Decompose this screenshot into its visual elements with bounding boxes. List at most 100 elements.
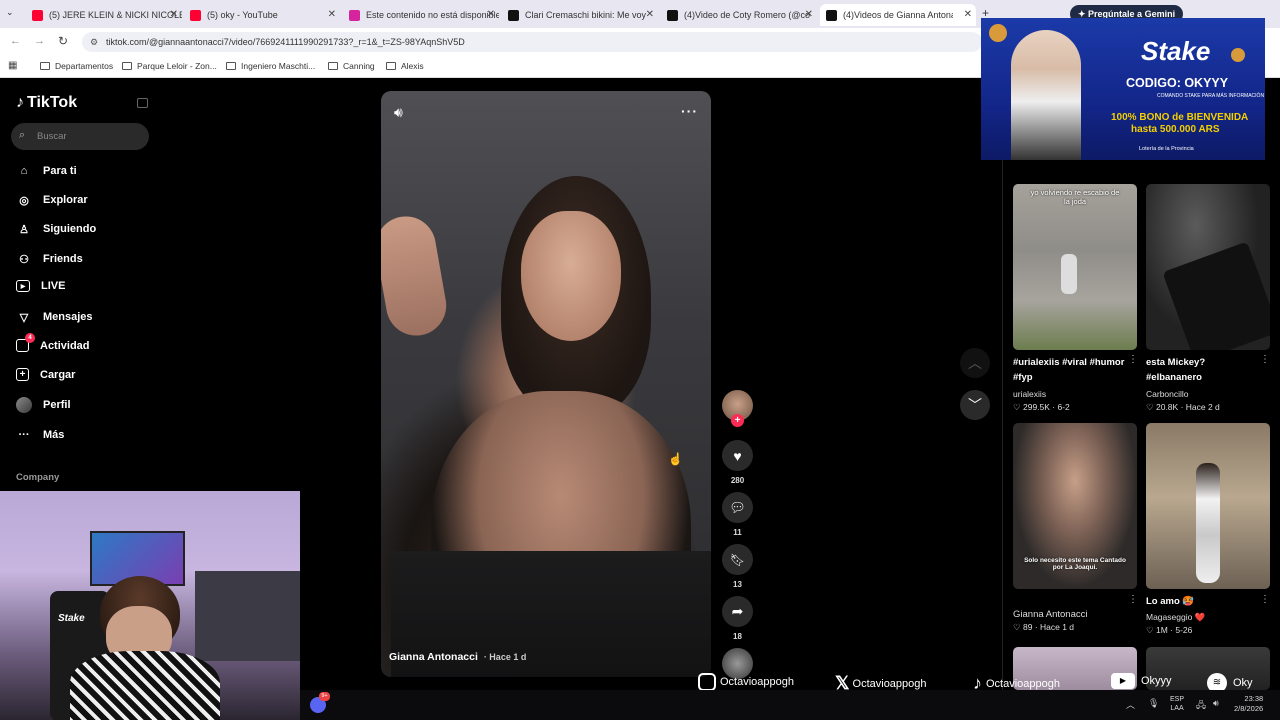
bookmark-item[interactable]: Ingeniero Maschti...	[226, 61, 315, 71]
more-options-icon[interactable]: ⋮	[1260, 354, 1270, 365]
nav-item-actividad[interactable]: 4 Actividad	[16, 333, 90, 352]
nav-item-mas[interactable]: ··· Más	[16, 427, 65, 443]
grid-item-title[interactable]: esta Mickey? #elbananero	[1146, 355, 1256, 385]
bookmark-item[interactable]: Departamentos	[40, 61, 113, 71]
apps-icon[interactable]: ▦	[8, 60, 17, 71]
nav-item-mensajes[interactable]: ▽ Mensajes	[16, 309, 93, 325]
bookmark-label: Ingeniero Maschti...	[241, 61, 316, 71]
more-options-icon[interactable]: ⋮	[1128, 354, 1138, 365]
close-icon[interactable]: ✕	[328, 9, 336, 20]
cursor-icon: ☝	[668, 452, 683, 466]
browser-tab-4[interactable]: Clari Cremaschi bikini: Me voy ✕	[502, 4, 658, 26]
grid-item-title[interactable]: #urialexiis #viral #humor #fyp	[1013, 355, 1131, 385]
nav-item-para-ti[interactable]: ⌂ Para ti	[16, 163, 77, 179]
browser-tab-5[interactable]: (4)Video de Coty Romero (@co ✕	[661, 4, 817, 26]
url-field[interactable]: ⚙ tiktok.com/@giannaantonacci7/video/766…	[82, 32, 982, 52]
video-author[interactable]: Gianna Antonacci	[389, 651, 478, 663]
clock[interactable]: 23:38 2/8/2026	[1234, 694, 1263, 714]
discord-icon[interactable]: 9+	[310, 692, 330, 713]
grid-item-author[interactable]: Magaseggio ❤️	[1146, 612, 1205, 623]
nav-item-friends[interactable]: ⚇ Friends	[16, 251, 83, 267]
heart-outline-icon: ♡	[1146, 625, 1156, 635]
coin-icon	[989, 24, 1007, 42]
share-button[interactable]: ➦	[722, 596, 753, 627]
site-info-icon[interactable]: ⚙	[90, 32, 98, 52]
video-time: · Hace 1 d	[483, 652, 527, 662]
grid-item-author[interactable]: urialexiis	[1013, 389, 1046, 399]
browser-tab-3[interactable]: Este contenido no está disponible ✕	[343, 4, 499, 26]
follow-button[interactable]: +	[731, 414, 744, 427]
back-icon[interactable]: ←	[10, 35, 21, 47]
save-button[interactable]: 🔖︎	[722, 544, 753, 575]
network-icon[interactable]: 🖧︎	[1196, 698, 1206, 714]
search-icon: ⌕	[19, 129, 26, 141]
language-indicator[interactable]: ESP LAA	[1170, 695, 1184, 713]
tiktok-icon	[508, 9, 519, 21]
reload-icon[interactable]: ↻	[58, 34, 68, 48]
video-player[interactable]: 🔊︎ ··· Gianna Antonacci · Hace 1 d	[381, 91, 711, 677]
nav-item-explorar[interactable]: ◎ Explorar	[16, 192, 87, 208]
comment-icon: 💬︎	[729, 499, 746, 515]
grid-item-title[interactable]: Lo amo 🥵	[1146, 594, 1194, 609]
nav-label: Cargar	[40, 368, 76, 381]
nav-item-cargar[interactable]: + Cargar	[16, 368, 75, 381]
browser-tab-6-active[interactable]: (4)Videos de Gianna Antonacci ✕	[820, 4, 976, 26]
close-icon[interactable]: ✕	[487, 9, 495, 20]
face-shape	[521, 211, 621, 341]
tiktok-icon: ♪	[16, 94, 24, 111]
search-input[interactable]: ⌕ Buscar	[11, 123, 149, 150]
grid-item-likes: 20.8K	[1155, 402, 1179, 412]
nav-item-live[interactable]: ▶ LIVE	[16, 280, 65, 292]
more-options-icon[interactable]: ···	[681, 103, 698, 119]
volume-icon[interactable]: 🔊︎	[394, 104, 403, 121]
bookmark-icon: 🔖︎	[729, 552, 746, 567]
nav-item-siguiendo[interactable]: ♙ Siguiendo	[16, 221, 96, 237]
grid-thumbnail[interactable]: yo volviendo re escabio de la joda	[1013, 184, 1137, 350]
browser-tab-2[interactable]: (5) oky - YouTube ✕	[184, 4, 340, 26]
bookmark-label: Parque Leloir - Zon...	[137, 61, 217, 71]
tab-label: Clari Cremaschi bikini: Me voy	[525, 10, 647, 20]
volume-icon[interactable]: 🔊︎	[1213, 698, 1219, 709]
live-icon: ▶	[16, 280, 30, 292]
close-icon[interactable]: ✕	[170, 9, 178, 20]
thumbnail-overlay-text: yo volviendo re escabio de la joda	[1030, 188, 1120, 206]
grid-thumbnail[interactable]: Solo necesito este tema Cantado por La J…	[1013, 423, 1137, 589]
grid-thumbnail[interactable]	[1146, 184, 1270, 350]
browser-tab-1[interactable]: (5) JERE KLEIN & NICKI NICOLE ✕	[26, 4, 182, 26]
social-handle: Oky	[1233, 677, 1253, 689]
tab-search-icon[interactable]: ⌄	[6, 7, 20, 21]
bookmark-item[interactable]: Parque Leloir - Zon...	[122, 61, 217, 71]
folder-icon	[328, 62, 338, 70]
nav-item-perfil[interactable]: Perfil	[16, 397, 71, 413]
ad-brand: Stake	[1141, 36, 1211, 66]
tiktok-icon	[826, 9, 837, 21]
clock-time: 23:38	[1244, 694, 1264, 703]
tray-chevron-icon[interactable]: ︿	[1126, 698, 1135, 711]
social-handle: Octavioappogh	[986, 677, 1060, 690]
close-icon[interactable]: ✕	[964, 9, 972, 20]
grid-thumbnail[interactable]	[1146, 423, 1270, 589]
grid-item-author[interactable]: Carboncillo	[1146, 389, 1189, 399]
previous-video-button[interactable]: ︿	[960, 348, 990, 378]
more-options-icon[interactable]: ⋮	[1260, 594, 1270, 605]
comment-button[interactable]: 💬︎	[722, 492, 753, 523]
like-button[interactable]: ♥	[722, 440, 753, 471]
more-options-icon[interactable]: ⋮	[1128, 594, 1138, 605]
social-handle: Okyyy	[1141, 675, 1172, 687]
close-icon[interactable]: ✕	[805, 9, 813, 20]
chevron-down-icon: ﹀	[968, 397, 982, 413]
collapse-sidebar-icon[interactable]	[137, 98, 148, 108]
comment-count: 11	[733, 528, 742, 537]
grid-item-date: 5-26	[1175, 625, 1193, 635]
nav-label: Actividad	[40, 339, 90, 352]
next-video-button[interactable]: ﹀	[960, 390, 990, 420]
bookmark-item[interactable]: Alexis	[386, 61, 424, 71]
forward-icon[interactable]: →	[34, 35, 45, 47]
company-link[interactable]: Company	[16, 472, 59, 483]
close-icon[interactable]: ✕	[646, 9, 654, 20]
mic-icon[interactable]: 🎙︎	[1148, 698, 1159, 709]
grid-item-date: Hace 1 d	[1040, 622, 1075, 632]
bookmark-item[interactable]: Canning	[328, 61, 375, 71]
tiktok-logo[interactable]: ♪ TikTok	[16, 94, 77, 112]
grid-item-author[interactable]: Gianna Antonacci	[1013, 609, 1087, 620]
